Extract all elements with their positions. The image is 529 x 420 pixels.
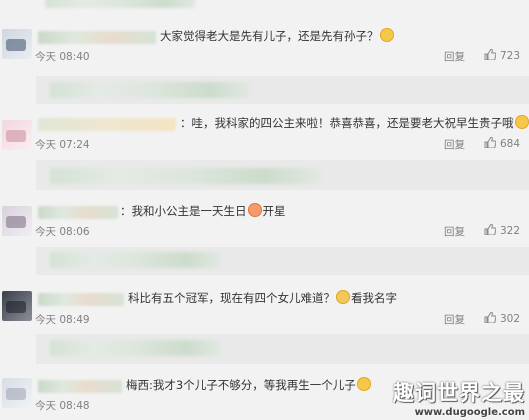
username-blurred[interactable] bbox=[38, 31, 156, 44]
smiley-emoji-icon bbox=[514, 115, 529, 129]
comment-time: 今天 08:48 bbox=[35, 400, 90, 412]
reply-button[interactable]: 回复 bbox=[444, 312, 465, 327]
thumbs-up-icon bbox=[484, 312, 496, 323]
blurred-reply-preview bbox=[50, 168, 320, 184]
like-button[interactable]: 723 bbox=[484, 49, 520, 62]
like-button[interactable]: 302 bbox=[484, 312, 520, 325]
like-button[interactable]: 322 bbox=[484, 224, 520, 237]
comment-text: ：哇，我科家的四公主来啦！恭喜恭喜，还是要老大祝早生贵子哦 bbox=[180, 115, 529, 131]
avatar[interactable] bbox=[2, 120, 32, 150]
blurred-reply-preview bbox=[45, 0, 195, 8]
comment-time: 今天 07:24 bbox=[35, 139, 90, 151]
thumbs-up-icon bbox=[484, 224, 496, 235]
blurred-reply-preview bbox=[50, 340, 220, 356]
avatar[interactable] bbox=[2, 206, 32, 236]
thumbs-up-icon bbox=[484, 49, 496, 60]
smiley-emoji-icon bbox=[356, 377, 371, 391]
smiley-emoji-icon bbox=[247, 203, 262, 217]
smiley-emoji-icon bbox=[379, 28, 394, 42]
username-blurred[interactable] bbox=[38, 118, 176, 131]
username-blurred[interactable] bbox=[38, 380, 122, 393]
avatar[interactable] bbox=[2, 378, 32, 408]
reply-button[interactable]: 回复 bbox=[444, 137, 465, 152]
avatar[interactable] bbox=[2, 291, 32, 321]
comment-text: 梅西:我才3个儿子不够分，等我再生一个儿子 bbox=[126, 377, 372, 393]
comment-text: 科比有五个冠军，现在有四个女儿难道？ 看我名字 bbox=[128, 290, 397, 305]
watermark: 趣词世界之最 www.dugoogle.com bbox=[393, 377, 525, 418]
comment-time: 今天 08:49 bbox=[35, 314, 90, 326]
watermark-url: www.dugoogle.com bbox=[414, 407, 525, 418]
comment-time: 今天 08:40 bbox=[35, 51, 90, 63]
reply-button[interactable]: 回复 bbox=[444, 49, 465, 64]
like-button[interactable]: 684 bbox=[484, 137, 520, 150]
blurred-reply-preview bbox=[50, 252, 220, 268]
username-blurred[interactable] bbox=[38, 206, 118, 219]
blurred-reply-preview bbox=[50, 82, 250, 98]
watermark-title: 趣词世界之最 bbox=[393, 381, 525, 405]
username-blurred[interactable] bbox=[38, 293, 124, 306]
reply-button[interactable]: 回复 bbox=[444, 224, 465, 239]
comment-text: ：我和小公主是一天生日 开星 bbox=[120, 203, 286, 218]
thumbs-up-icon bbox=[484, 137, 496, 148]
cat-emoji-icon bbox=[336, 290, 350, 304]
comment-time: 今天 08:06 bbox=[35, 226, 90, 238]
comment-text: 大家觉得老大是先有儿子，还是先有孙子？ bbox=[160, 28, 395, 44]
avatar[interactable] bbox=[2, 29, 32, 59]
